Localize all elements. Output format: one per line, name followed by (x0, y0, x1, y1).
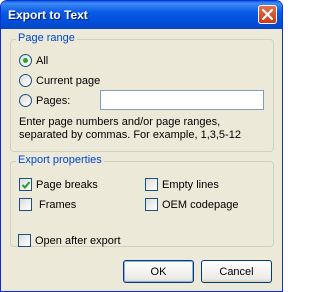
page-range-hint-2: separated by commas. For example, 1,3,5-… (19, 129, 241, 141)
radio-pages-control[interactable] (19, 94, 32, 107)
checkbox-page-breaks[interactable]: Page breaks (19, 178, 98, 191)
radio-all-label: All (36, 54, 49, 67)
frames-checkbox[interactable] (19, 198, 32, 211)
oem-codepage-label: OEM codepage (162, 198, 239, 211)
page-range-hint-1: Enter page numbers and/or page ranges, (19, 116, 221, 128)
window-title: Export to Text (8, 8, 88, 22)
radio-all-control[interactable] (19, 54, 32, 67)
open-after-export-label: Open after export (35, 234, 121, 247)
ok-button[interactable]: OK (123, 260, 194, 283)
export-properties-legend: Export properties (16, 154, 104, 166)
checkbox-oem-codepage[interactable]: OEM codepage (145, 198, 238, 211)
cancel-button[interactable]: Cancel (201, 260, 272, 283)
checkbox-open-after-export[interactable]: Open after export (18, 234, 121, 247)
oem-codepage-checkbox[interactable] (145, 198, 158, 211)
open-after-export-checkbox[interactable] (18, 234, 31, 247)
dialog-body: Page range All Current page Pages: Enter… (4, 29, 279, 289)
radio-current-page-label: Current page (36, 74, 101, 87)
export-dialog: Export to Text Page range All Current pa… (0, 0, 283, 292)
close-button[interactable] (258, 5, 277, 24)
checkbox-frames[interactable]: Frames (19, 198, 76, 211)
pages-input[interactable] (100, 90, 264, 110)
empty-lines-label: Empty lines (162, 178, 219, 191)
checkbox-empty-lines[interactable]: Empty lines (145, 178, 219, 191)
close-icon (262, 9, 273, 20)
page-breaks-checkbox[interactable] (19, 178, 32, 191)
page-range-legend: Page range (16, 32, 77, 44)
page-range-group: Page range All Current page Pages: Enter… (10, 32, 274, 152)
frames-label: Frames (39, 198, 77, 211)
page-breaks-label: Page breaks (36, 178, 98, 191)
radio-current-page-control[interactable] (19, 74, 32, 87)
radio-pages[interactable]: Pages: (19, 94, 70, 107)
radio-pages-label: Pages: (36, 94, 71, 107)
radio-current-page[interactable]: Current page (19, 74, 100, 87)
title-bar[interactable]: Export to Text (1, 1, 282, 29)
checkmark-icon (21, 181, 31, 189)
radio-all[interactable]: All (19, 54, 48, 67)
empty-lines-checkbox[interactable] (145, 178, 158, 191)
